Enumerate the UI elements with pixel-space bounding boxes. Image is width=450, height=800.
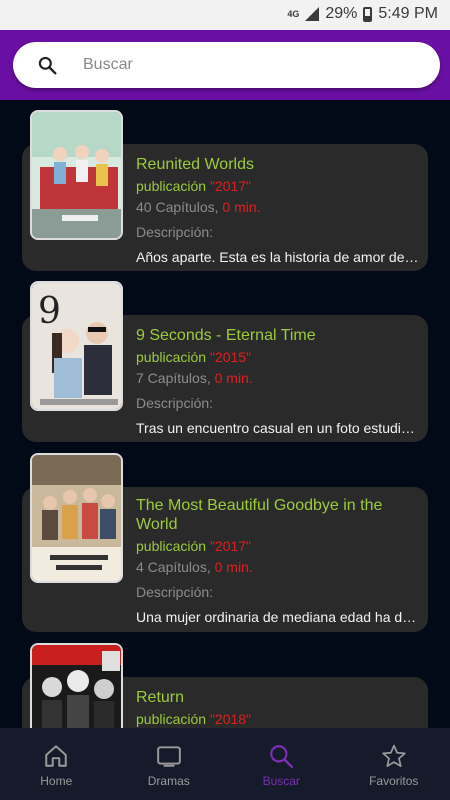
- chapter-count: 4 Capítulos,: [136, 559, 211, 575]
- drama-info: Reunited Worlds publicación "2017" 40 Ca…: [136, 155, 420, 265]
- publication-year: "2017": [209, 538, 252, 554]
- nav-home[interactable]: Home: [0, 728, 113, 800]
- drama-item[interactable]: Reunited Worlds publicación "2017" 40 Ca…: [0, 110, 450, 271]
- drama-title[interactable]: Reunited Worlds: [136, 155, 420, 174]
- description-label: Descripción:: [136, 584, 214, 600]
- drama-description: Una mujer ordinaria de mediana edad ha d…: [136, 609, 420, 625]
- nav-buscar[interactable]: Buscar: [225, 728, 338, 800]
- publication-year: "2018": [209, 711, 252, 727]
- publication-year: "2017": [209, 178, 252, 194]
- publication-label: publicación: [136, 711, 210, 727]
- publication-year: "2015": [209, 349, 252, 365]
- search-icon: [270, 745, 294, 769]
- drama-info: The Most Beautiful Goodbye in the World …: [136, 496, 420, 625]
- drama-meta: 7 Capítulos, 0 min.: [136, 370, 420, 386]
- drama-meta: 40 Capítulos, 0 min.: [136, 199, 420, 215]
- publication-label: publicación: [136, 178, 210, 194]
- nav-label: Home: [40, 774, 73, 788]
- chapter-count: 40 Capítulos,: [136, 199, 219, 215]
- nav-label: Favoritos: [369, 774, 419, 788]
- nav-favoritos[interactable]: Favoritos: [338, 728, 450, 800]
- duration: 0 min.: [222, 199, 261, 215]
- drama-meta: 4 Capítulos, 0 min.: [136, 559, 420, 575]
- network-indicator: 4G: [287, 8, 300, 19]
- battery-percent: 29%: [325, 5, 358, 22]
- drama-description: Años aparte. Esta es la historia de amor…: [136, 249, 420, 265]
- home-icon: [45, 745, 67, 767]
- drama-item[interactable]: Return publicación "2018": [0, 643, 450, 728]
- drama-publication: publicación "2015": [136, 349, 420, 365]
- drama-title[interactable]: 9 Seconds - Eternal Time: [136, 326, 420, 345]
- nav-dramas[interactable]: Dramas: [113, 728, 226, 800]
- search-icon[interactable]: [37, 55, 57, 75]
- description-label: Descripción:: [136, 395, 214, 411]
- drama-publication: publicación "2018": [136, 711, 420, 727]
- duration: 0 min.: [214, 370, 253, 386]
- chapter-count: 7 Capítulos,: [136, 370, 211, 386]
- star-icon: [382, 744, 406, 767]
- drama-title[interactable]: The Most Beautiful Goodbye in the World: [136, 496, 420, 534]
- publication-label: publicación: [136, 538, 210, 554]
- drama-info: 9 Seconds - Eternal Time publicación "20…: [136, 326, 420, 436]
- clock: 5:49 PM: [378, 5, 438, 22]
- drama-poster[interactable]: [30, 453, 123, 583]
- nav-label: Dramas: [147, 774, 190, 788]
- drama-item[interactable]: 9 9 Seconds - Eternal Time publicación "…: [0, 281, 450, 442]
- drama-publication: publicación "2017": [136, 178, 420, 194]
- nav-label: Buscar: [262, 774, 300, 788]
- drama-item[interactable]: The Most Beautiful Goodbye in the World …: [0, 453, 450, 633]
- duration: 0 min.: [214, 559, 253, 575]
- drama-poster[interactable]: 9: [30, 281, 123, 411]
- drama-poster[interactable]: [30, 110, 123, 240]
- search-input[interactable]: [83, 50, 423, 80]
- svg-text:9: 9: [38, 291, 61, 332]
- drama-title[interactable]: Return: [136, 688, 420, 707]
- publication-label: publicación: [136, 349, 210, 365]
- drama-info: Return publicación "2018": [136, 688, 420, 727]
- drama-description: Tras un encuentro casual en un foto estu…: [136, 420, 420, 436]
- drama-list[interactable]: Reunited Worlds publicación "2017" 40 Ca…: [0, 100, 450, 728]
- signal-icon: [305, 7, 320, 21]
- search-bar[interactable]: [13, 42, 440, 88]
- bottom-navigation: Home Dramas Buscar Favoritos: [0, 728, 450, 800]
- tv-icon: [156, 746, 181, 767]
- drama-publication: publicación "2017": [136, 538, 420, 554]
- description-label: Descripción:: [136, 224, 214, 240]
- battery-icon: [363, 6, 373, 22]
- drama-poster[interactable]: [30, 643, 123, 728]
- app-header: [0, 30, 450, 100]
- status-bar: 4G 29% 5:49 PM: [0, 0, 450, 30]
